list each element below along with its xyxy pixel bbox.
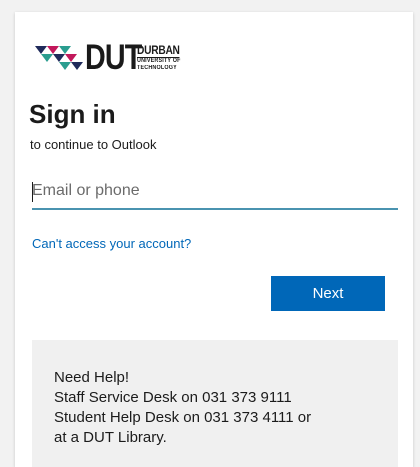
page-title: Sign in bbox=[29, 99, 116, 129]
help-heading: Need Help! bbox=[54, 369, 130, 386]
dut-logo: DUT DURBAN UNIVERSITY OF TECHNOLOGY bbox=[33, 40, 187, 76]
text-caret bbox=[32, 182, 33, 202]
logo-subtext: DURBAN UNIVERSITY OF TECHNOLOGY bbox=[137, 40, 187, 76]
help-box: Need Help! Staff Service Desk on 031 373… bbox=[32, 340, 398, 467]
help-staff-desk: Staff Service Desk on 031 373 9111 bbox=[54, 389, 292, 406]
help-text: Need Help! Staff Service Desk on 031 373… bbox=[54, 368, 311, 448]
signin-card: DUT DURBAN UNIVERSITY OF TECHNOLOGY Sign… bbox=[15, 12, 413, 467]
dut-triangles-icon bbox=[35, 46, 83, 70]
email-field[interactable] bbox=[32, 174, 398, 210]
page-subtitle: to continue to Outlook bbox=[30, 137, 157, 152]
logo-wordmark: DUT bbox=[85, 38, 142, 77]
logo-line-durban: DURBAN bbox=[137, 43, 180, 58]
next-button[interactable]: Next bbox=[271, 276, 385, 311]
logo-line-university: UNIVERSITY OF bbox=[137, 58, 181, 64]
cant-access-account-link[interactable]: Can't access your account? bbox=[32, 236, 191, 252]
logo-line-technology: TECHNOLOGY bbox=[137, 65, 177, 71]
help-library: at a DUT Library. bbox=[54, 429, 167, 446]
help-student-desk: Student Help Desk on 031 373 4111 or bbox=[54, 409, 312, 426]
